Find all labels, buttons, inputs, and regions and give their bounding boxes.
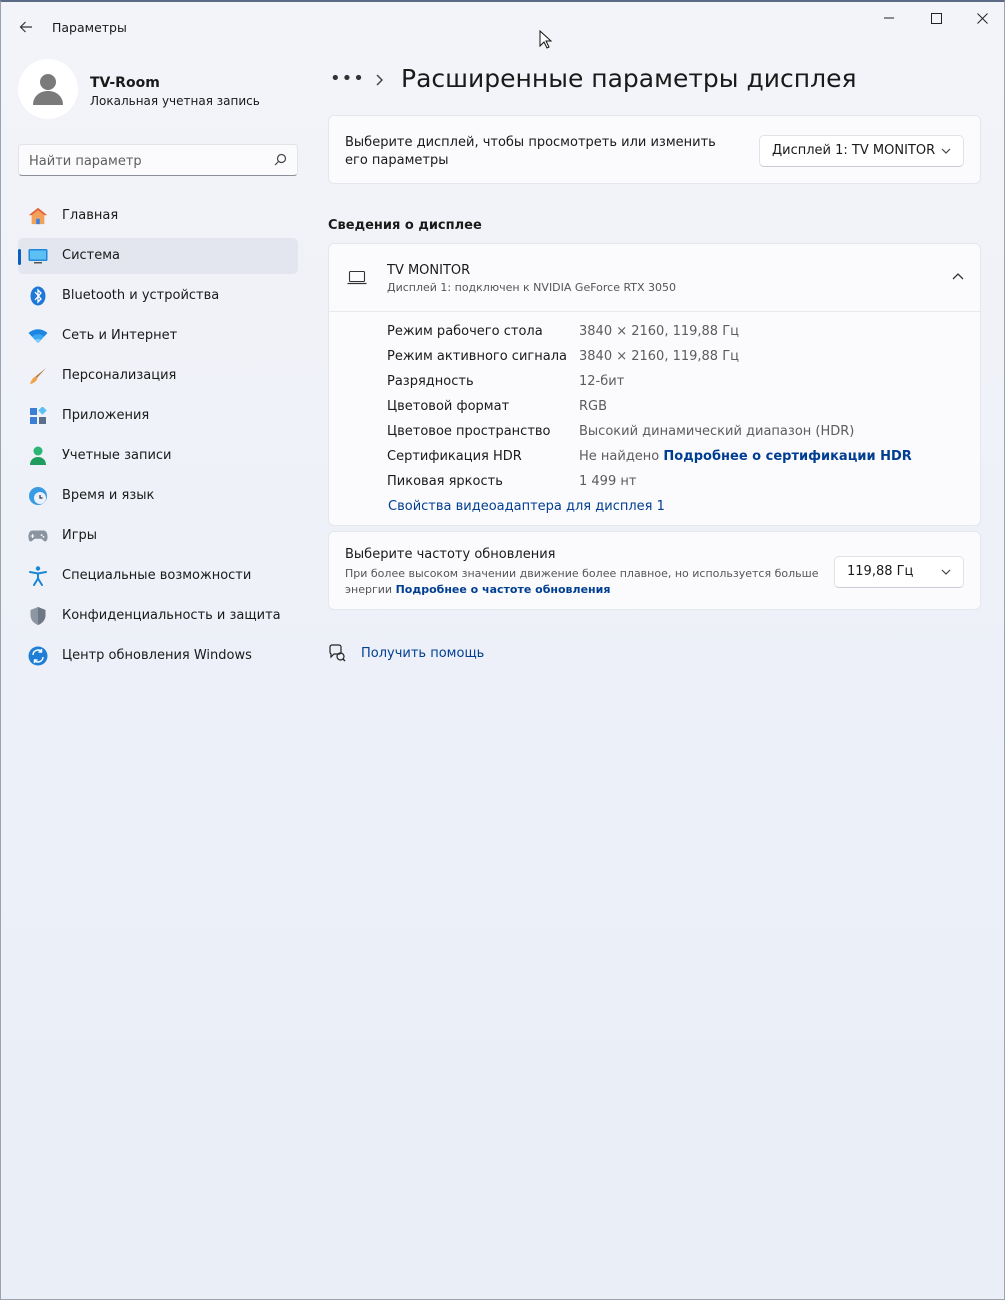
sidebar-item-label: Приложения	[62, 408, 150, 423]
refresh-rate-value: 119,88 Гц	[847, 564, 914, 579]
search-input[interactable]	[29, 151, 259, 171]
time-language-icon	[28, 486, 48, 506]
user-profile[interactable]: TV-Room Локальная учетная запись	[18, 59, 298, 121]
info-key: Сертификация HDR	[387, 449, 522, 464]
laptop-icon	[347, 270, 367, 285]
sidebar-item-label: Игры	[62, 528, 98, 543]
avatar	[18, 59, 78, 119]
sidebar-nav: Главная Система Bluetooth и устройства С…	[18, 198, 298, 678]
search-icon	[274, 153, 287, 166]
sidebar-item-label: Система	[62, 248, 121, 263]
settings-window: Параметры TV-Room Локальная учетная запи…	[0, 0, 1005, 1300]
sidebar-item-windows-update[interactable]: Центр обновления Windows	[18, 638, 298, 674]
info-value: RGB	[579, 399, 608, 414]
chevron-down-icon	[941, 148, 951, 154]
display-info-card: TV MONITOR Дисплей 1: подключен к NVIDIA…	[328, 243, 981, 526]
sidebar-item-personalization[interactable]: Персонализация	[18, 358, 298, 394]
search-box[interactable]	[18, 144, 298, 176]
back-arrow-icon	[19, 21, 32, 33]
refresh-rate-title: Выберите частоту обновления	[345, 547, 556, 562]
close-button[interactable]	[959, 2, 1005, 34]
refresh-rate-dropdown[interactable]: 119,88 Гц	[834, 556, 964, 588]
chevron-right-icon	[376, 74, 384, 86]
info-key: Разрядность	[387, 374, 474, 389]
sidebar-item-label: Персонализация	[62, 368, 177, 383]
sidebar-item-home[interactable]: Главная	[18, 198, 298, 234]
sidebar-item-label: Главная	[62, 208, 119, 223]
adapter-properties-link[interactable]: Свойства видеоадаптера для дисплея 1	[388, 499, 665, 514]
sidebar-item-label: Конфиденциальность и защита	[62, 608, 281, 623]
info-key: Цветовой формат	[387, 399, 510, 414]
minimize-icon	[884, 17, 894, 19]
home-icon	[28, 206, 48, 226]
display-connection: Дисплей 1: подключен к NVIDIA GeForce RT…	[387, 281, 677, 294]
sidebar-item-accessibility[interactable]: Специальные возможности	[18, 558, 298, 594]
app-title: Параметры	[52, 20, 127, 35]
profile-name: TV-Room	[90, 75, 160, 91]
gamepad-icon	[28, 526, 48, 546]
info-value: Не найдено	[579, 449, 660, 464]
sidebar-item-label: Центр обновления Windows	[62, 648, 252, 663]
wifi-icon	[28, 326, 48, 346]
info-value: Высокий динамический диапазон (HDR)	[579, 424, 855, 439]
display-select-text: Выберите дисплей, чтобы просмотреть или …	[345, 135, 716, 168]
user-avatar-icon	[33, 74, 63, 105]
back-button[interactable]	[11, 12, 41, 42]
close-icon	[976, 12, 988, 24]
info-key: Цветовое пространство	[387, 424, 551, 439]
page-title: Расширенные параметры дисплея	[401, 64, 857, 93]
sidebar-item-gaming[interactable]: Игры	[18, 518, 298, 554]
info-value-group: Не найдено Подробнее о сертификации HDR	[579, 449, 912, 464]
info-value: 3840 × 2160, 119,88 Гц	[579, 349, 739, 364]
sidebar-item-bluetooth[interactable]: Bluetooth и устройства	[18, 278, 298, 314]
mouse-cursor-icon	[539, 30, 553, 49]
minimize-button[interactable]	[866, 2, 912, 34]
sidebar-item-apps[interactable]: Приложения	[18, 398, 298, 434]
display-dropdown[interactable]: Дисплей 1: TV MONITOR	[759, 135, 964, 167]
sidebar-item-label: Время и язык	[62, 488, 155, 503]
update-icon	[28, 646, 48, 666]
apps-icon	[28, 406, 48, 426]
display-name: TV MONITOR	[387, 263, 471, 278]
info-value: 1 499 нт	[579, 474, 637, 489]
refresh-rate-card: Выберите частоту обновления При более вы…	[328, 531, 981, 610]
sidebar-item-system[interactable]: Система	[18, 238, 298, 274]
sidebar-item-privacy[interactable]: Конфиденциальность и защита	[18, 598, 298, 634]
info-key: Режим активного сигнала	[387, 349, 567, 364]
breadcrumb-more-button[interactable]: •••	[330, 68, 365, 89]
shield-icon	[28, 606, 48, 626]
account-icon	[28, 446, 48, 466]
maximize-button[interactable]	[913, 2, 959, 34]
info-value: 12-бит	[579, 374, 625, 389]
maximize-icon	[930, 12, 942, 24]
sidebar-item-accounts[interactable]: Учетные записи	[18, 438, 298, 474]
display-dropdown-value: Дисплей 1: TV MONITOR	[772, 143, 936, 158]
sidebar-item-time-language[interactable]: Время и язык	[18, 478, 298, 514]
chevron-up-icon[interactable]	[952, 271, 964, 283]
info-key: Режим рабочего стола	[387, 324, 543, 339]
brush-icon	[28, 366, 48, 386]
sidebar-item-label: Учетные записи	[62, 448, 172, 463]
refresh-rate-description-group: При более высоком значении движение боле…	[345, 566, 825, 598]
chevron-down-icon	[941, 569, 951, 575]
section-title: Сведения о дисплее	[328, 218, 482, 233]
system-icon	[28, 246, 48, 266]
sidebar-item-label: Bluetooth и устройства	[62, 288, 220, 303]
sidebar-item-label: Специальные возможности	[62, 568, 252, 583]
title-bar: Параметры	[1, 2, 1004, 50]
sidebar-item-label: Сеть и Интернет	[62, 328, 178, 343]
sidebar-item-network[interactable]: Сеть и Интернет	[18, 318, 298, 354]
accessibility-icon	[28, 566, 48, 586]
profile-account-type: Локальная учетная запись	[90, 94, 260, 108]
refresh-rate-learn-more-link[interactable]: Подробнее о частоте обновления	[396, 583, 611, 596]
bluetooth-icon	[28, 286, 48, 306]
get-help-link[interactable]: Получить помощь	[361, 646, 484, 661]
info-key: Пиковая яркость	[387, 474, 503, 489]
active-indicator	[18, 249, 21, 265]
help-icon	[329, 644, 346, 662]
info-value: 3840 × 2160, 119,88 Гц	[579, 324, 739, 339]
hdr-certification-link[interactable]: Подробнее о сертификации HDR	[663, 449, 911, 464]
display-select-card: Выберите дисплей, чтобы просмотреть или …	[328, 115, 981, 184]
display-info-header[interactable]: TV MONITOR Дисплей 1: подключен к NVIDIA…	[329, 244, 980, 312]
